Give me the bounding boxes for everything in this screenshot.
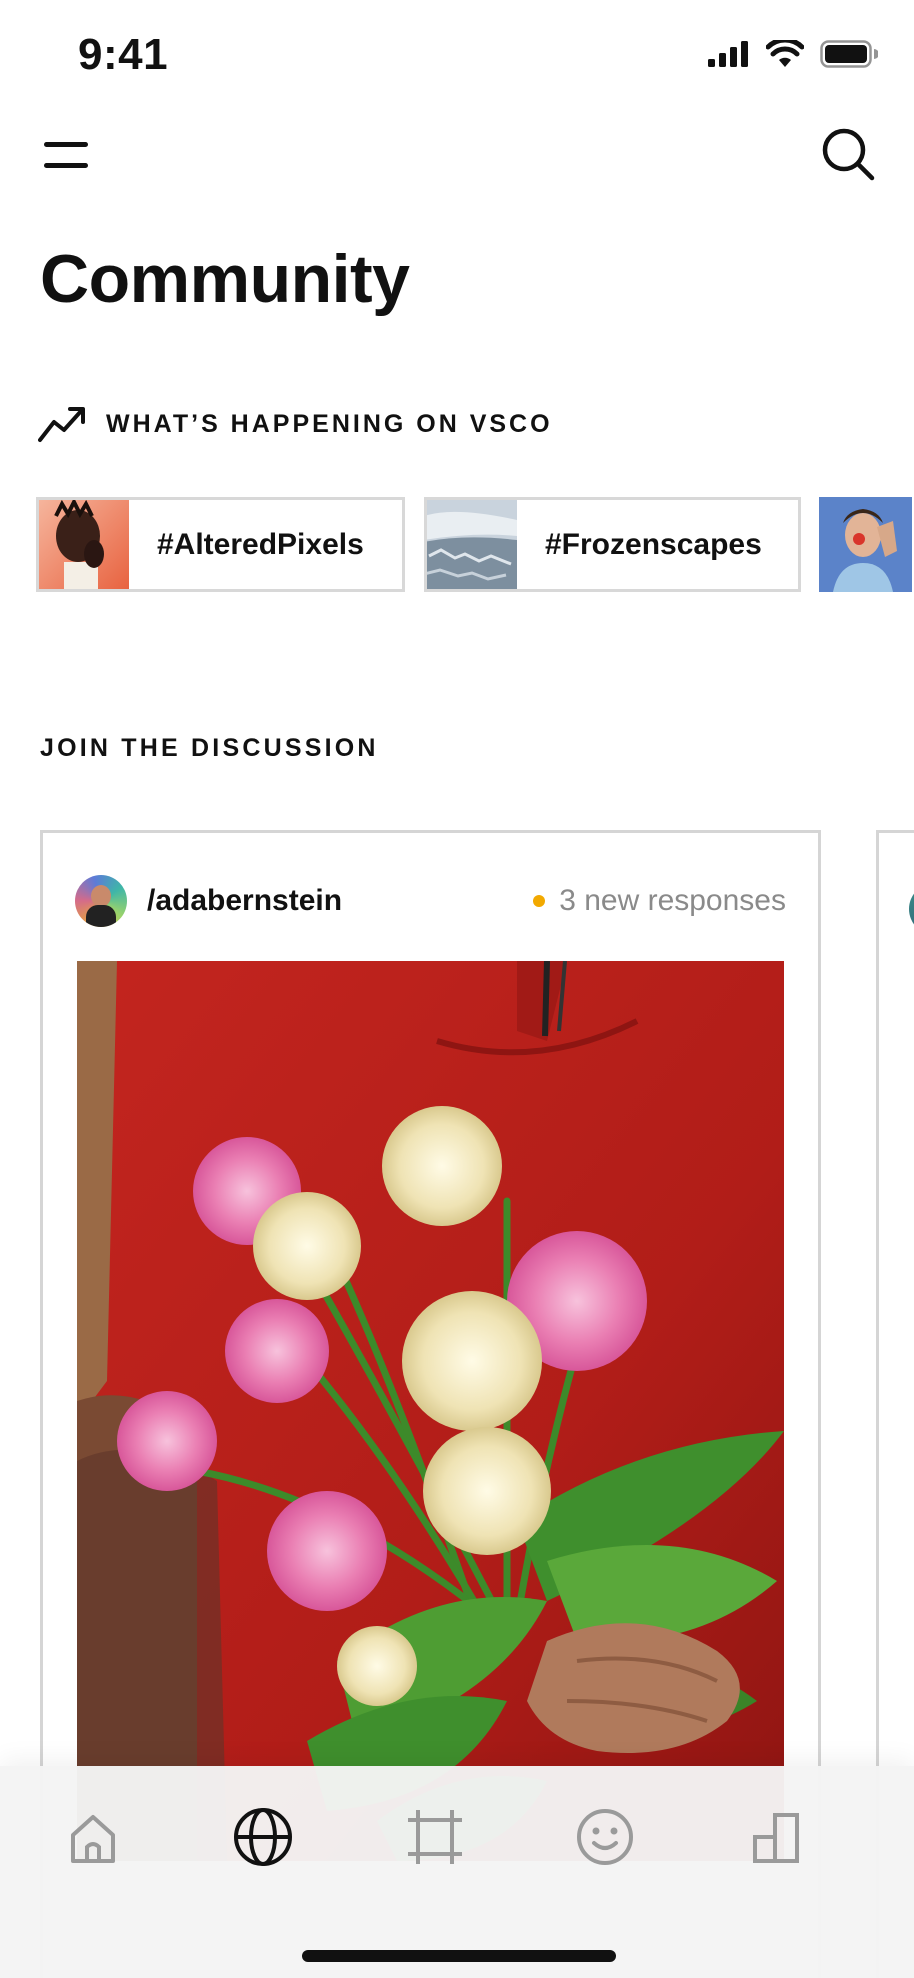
globe-icon — [234, 1808, 292, 1866]
chip-portrait[interactable] — [819, 497, 914, 592]
username[interactable]: /adabernstein — [147, 884, 342, 918]
chip-altered-pixels[interactable]: #AlteredPixels — [36, 497, 405, 592]
tab-home[interactable] — [58, 1802, 128, 1872]
chip-thumbnail — [39, 500, 129, 589]
tab-stats[interactable] — [742, 1802, 812, 1872]
responses-count: 3 new responses — [559, 884, 786, 917]
trending-up-icon — [38, 407, 85, 442]
menu-icon[interactable] — [44, 138, 92, 172]
trending-chips: #AlteredPixels #Frozenscapes — [36, 497, 914, 592]
responses-indicator: 3 new responses — [533, 884, 786, 918]
trending-header: WHAT’S HAPPENING ON VSCO — [38, 404, 553, 444]
status-time: 9:41 — [78, 30, 169, 79]
chip-label: #AlteredPixels — [157, 527, 364, 561]
trending-title: WHAT’S HAPPENING ON VSCO — [106, 409, 553, 438]
signal-icon — [708, 41, 748, 67]
discussion-title: JOIN THE DISCUSSION — [40, 734, 379, 762]
smiley-icon — [577, 1809, 633, 1865]
tab-community[interactable] — [228, 1802, 298, 1872]
home-icon — [71, 1815, 115, 1863]
wifi-icon — [766, 40, 804, 67]
tab-bar — [0, 1766, 914, 1978]
battery-icon — [820, 40, 878, 68]
search-icon[interactable] — [820, 126, 876, 182]
chip-label: #Frozenscapes — [545, 527, 762, 561]
chip-thumbnail — [427, 500, 517, 589]
home-indicator — [302, 1950, 616, 1962]
tab-studio[interactable] — [400, 1802, 470, 1872]
tab-profile[interactable] — [570, 1802, 640, 1872]
community-screen: 9:41 Community WHAT’S HAPPENING ON VSCO … — [0, 0, 914, 1978]
post-image[interactable] — [77, 961, 784, 1861]
avatar[interactable] — [75, 875, 127, 927]
page-title: Community — [40, 241, 410, 317]
avatar — [909, 883, 914, 935]
status-bar: 9:41 — [0, 0, 914, 110]
card-header: /adabernstein 3 new responses — [75, 873, 786, 929]
chip-thumbnail — [819, 497, 912, 592]
chip-frozenscapes[interactable]: #Frozenscapes — [424, 497, 801, 592]
status-icons — [708, 40, 878, 68]
crop-icon — [408, 1810, 462, 1864]
bar-chart-icon — [753, 1813, 799, 1863]
new-dot — [533, 895, 546, 907]
